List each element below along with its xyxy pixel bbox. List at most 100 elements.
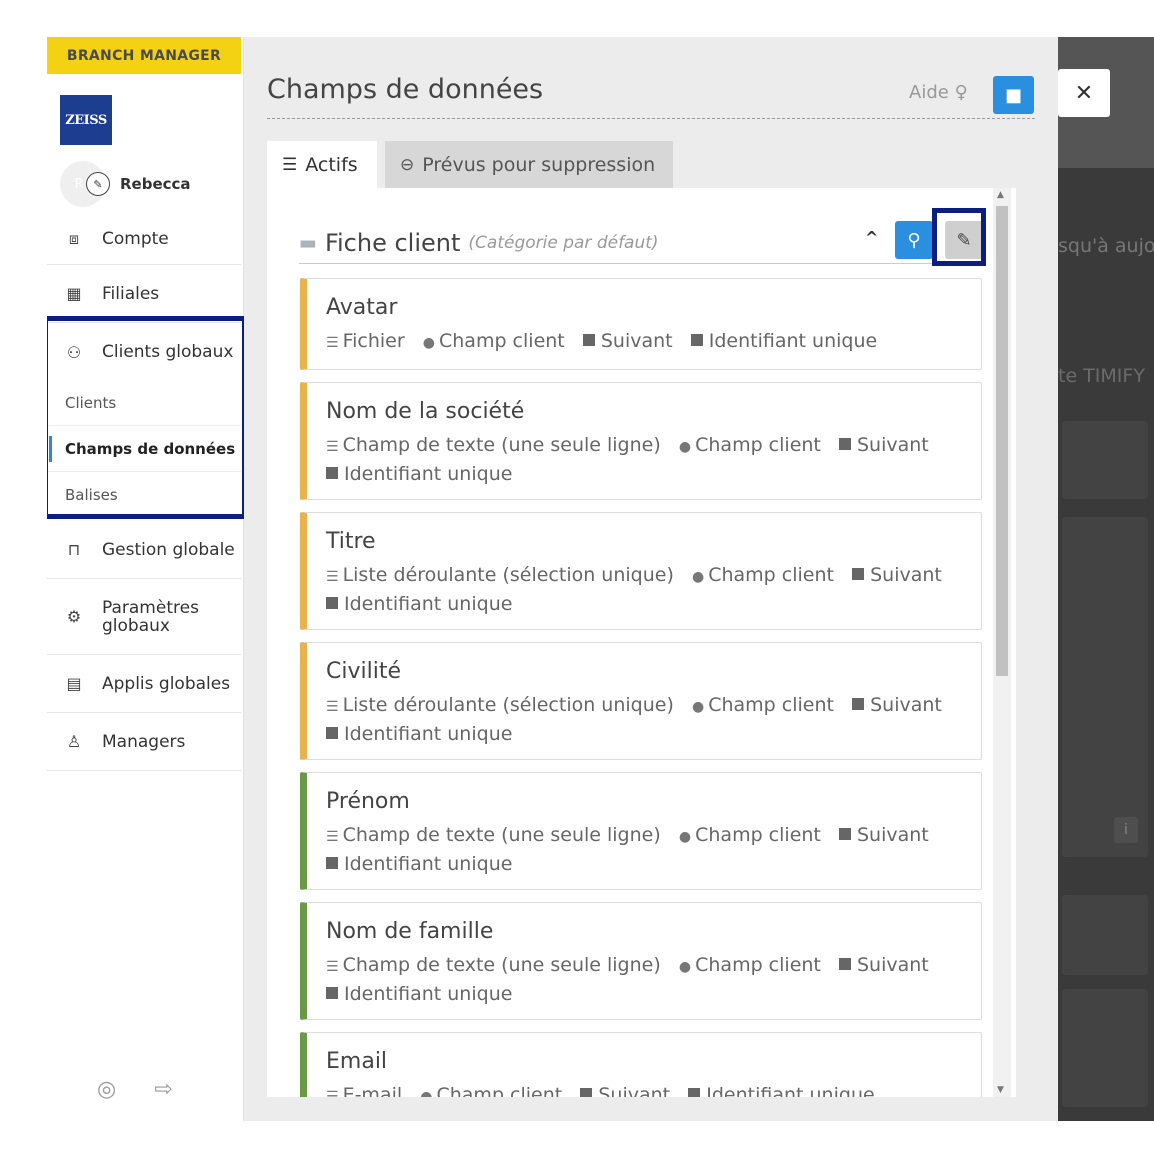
close-button[interactable]: ✕ [1058, 69, 1110, 117]
field-meta: ☰ Liste déroulante (sélection unique) ● Ch… [326, 692, 963, 748]
checkbox-icon [852, 698, 865, 710]
tab-scheduled-deletion[interactable]: ⊖ Prévus pour suppression [385, 141, 673, 188]
scrollbar[interactable]: ▲ ▼ [993, 188, 1011, 1097]
sidebar-item-label: Paramètres globaux [102, 599, 199, 635]
field-type: Champ de texte (une seule ligne) [342, 434, 661, 456]
sliders-icon: ☰ [282, 154, 298, 175]
field-card-civility[interactable]: Civilité ☰ Liste déroulante (sélection un… [300, 642, 982, 760]
sliders-icon: ☰ [326, 699, 339, 715]
scroll-thumb[interactable] [996, 206, 1008, 676]
briefcase-icon: ⊓ [67, 540, 81, 559]
checkbox-icon [326, 857, 338, 869]
categories-button[interactable]: ■ [993, 76, 1034, 114]
sliders-icon: ☰ [326, 335, 339, 351]
field-card-first-name[interactable]: Prénom ☰ Champ de texte (une seule ligne)… [300, 772, 982, 890]
checked-checkbox-icon [688, 1088, 701, 1097]
label-line: Paramètres [102, 597, 199, 618]
sidebar-subitem-customers[interactable]: Clients [47, 381, 241, 426]
search-button[interactable]: ⚲ [895, 221, 933, 259]
field-unique: Identifiant unique [344, 463, 513, 485]
role-badge: BRANCH MANAGER [47, 37, 241, 74]
field-card-last-name[interactable]: Nom de famille ☰ Champ de texte (une seul… [300, 902, 982, 1020]
field-title: Civilité [326, 659, 401, 684]
edit-category-button[interactable]: ✎ [945, 221, 983, 259]
user-name: Rebecca [120, 175, 191, 193]
field-scope: Champ client [695, 824, 821, 846]
checkbox-icon [839, 438, 851, 450]
help-link[interactable]: Aide ♀ [909, 82, 968, 103]
tab-active[interactable]: ☰ Actifs [267, 141, 377, 188]
sidebar-item-label: Compte [102, 228, 169, 249]
field-next: Suivant [857, 434, 929, 456]
field-unique: Identifiant unique [344, 723, 513, 745]
sidebar-subitem-tags[interactable]: Balises [47, 472, 241, 517]
label-line: globaux [102, 615, 170, 636]
sliders-icon: ☰ [326, 569, 339, 585]
sidebar-item-label: Managers [102, 731, 186, 752]
scroll-up-icon[interactable]: ▲ [997, 190, 1004, 200]
sidebar-item-label: Balises [65, 485, 118, 504]
users-icon: ⚇ [66, 342, 82, 362]
sliders-icon: ☰ [326, 439, 339, 455]
field-next: Suivant [870, 564, 942, 586]
sidebar-item-account[interactable]: ⧈ Compte [47, 213, 241, 265]
logout-icon[interactable]: ⇨ [154, 1077, 172, 1102]
field-scope: Champ client [439, 330, 565, 352]
user-icon: ● [678, 829, 692, 845]
field-card-email[interactable]: Email ☰ E-mail ● Champ client Suivant Iden… [300, 1032, 982, 1097]
search-icon: ⚲ [907, 229, 921, 251]
sidebar-item-branches[interactable]: ▦ Filiales [47, 265, 241, 323]
field-meta: ☰ Champ de texte (une seule ligne) ● Champ… [326, 432, 963, 488]
background-card [1062, 989, 1148, 1107]
sidebar-footer: ◎ ⇨ [97, 1077, 173, 1102]
field-title: Avatar [326, 295, 398, 320]
field-title: Titre [326, 529, 376, 554]
field-unique: Identifiant unique [344, 593, 513, 615]
sidebar-item-global-apps[interactable]: ▤ Applis globales [47, 655, 241, 713]
background-card [1062, 517, 1148, 857]
background-text: squ'à aujo [1058, 235, 1154, 257]
user-profile[interactable]: R ✎ Rebecca [60, 161, 191, 207]
chevron-up-icon[interactable]: ^ [865, 228, 878, 247]
sidebar-item-label: Gestion globale [102, 539, 235, 560]
field-next: Suivant [870, 694, 942, 716]
field-unique: Identifiant unique [708, 330, 878, 352]
scroll-down-icon[interactable]: ▼ [997, 1085, 1004, 1095]
field-scope: Champ client [695, 954, 821, 976]
sidebar-item-global-customers[interactable]: ⚇ Clients globaux [47, 323, 241, 381]
field-unique: Identifiant unique [344, 983, 513, 1005]
field-type: Liste déroulante (sélection unique) [342, 694, 674, 716]
tab-label: Actifs [305, 153, 358, 176]
checkbox-icon [326, 987, 338, 999]
field-type: Liste déroulante (sélection unique) [342, 564, 674, 586]
user-icon: ● [692, 569, 705, 585]
checkbox-icon [326, 727, 338, 739]
background-text: te TIMIFY [1058, 365, 1145, 387]
field-next: Suivant [600, 330, 673, 352]
checkbox-icon [852, 568, 865, 580]
sidebar-subitem-data-fields[interactable]: Champs de données [47, 426, 241, 472]
checkbox-icon [326, 597, 338, 609]
field-card-company-name[interactable]: Nom de la société ☰ Champ de texte (une s… [300, 382, 982, 500]
field-card-avatar[interactable]: Avatar ☰ Fichier ● Champ client Suivant Id… [300, 278, 982, 370]
edit-profile-icon[interactable]: ✎ [86, 172, 110, 196]
sidebar-item-label: Applis globales [102, 673, 231, 694]
sidebar-item-managers[interactable]: ♙ Managers [47, 713, 241, 771]
grid-icon: ▤ [66, 674, 82, 693]
checkbox-icon [839, 958, 851, 970]
field-unique: Identifiant unique [344, 853, 513, 875]
checkbox-icon [839, 828, 851, 840]
sliders-icon: ☰ [326, 829, 339, 845]
sidebar-item-label: Clients [65, 394, 117, 412]
manager-icon: ♙ [66, 732, 82, 751]
support-icon[interactable]: ◎ [97, 1077, 116, 1102]
sidebar-item-global-management[interactable]: ⊓ Gestion globale [47, 521, 241, 579]
app-window: squ'à aujo te TIMIFY i ✕ BRANCH MANAGER … [47, 37, 1154, 1121]
field-card-title[interactable]: Titre ☰ Liste déroulante (sélection uniqu… [300, 512, 982, 630]
background-card [1062, 421, 1148, 499]
field-meta: ☰ Fichier ● Champ client Suivant Identifia… [326, 328, 963, 357]
field-scope: Champ client [708, 564, 834, 586]
sliders-icon: ☰ [326, 1089, 339, 1097]
sidebar-item-global-settings[interactable]: ⚙ Paramètres globaux [47, 579, 241, 655]
checkbox-icon [690, 334, 703, 346]
